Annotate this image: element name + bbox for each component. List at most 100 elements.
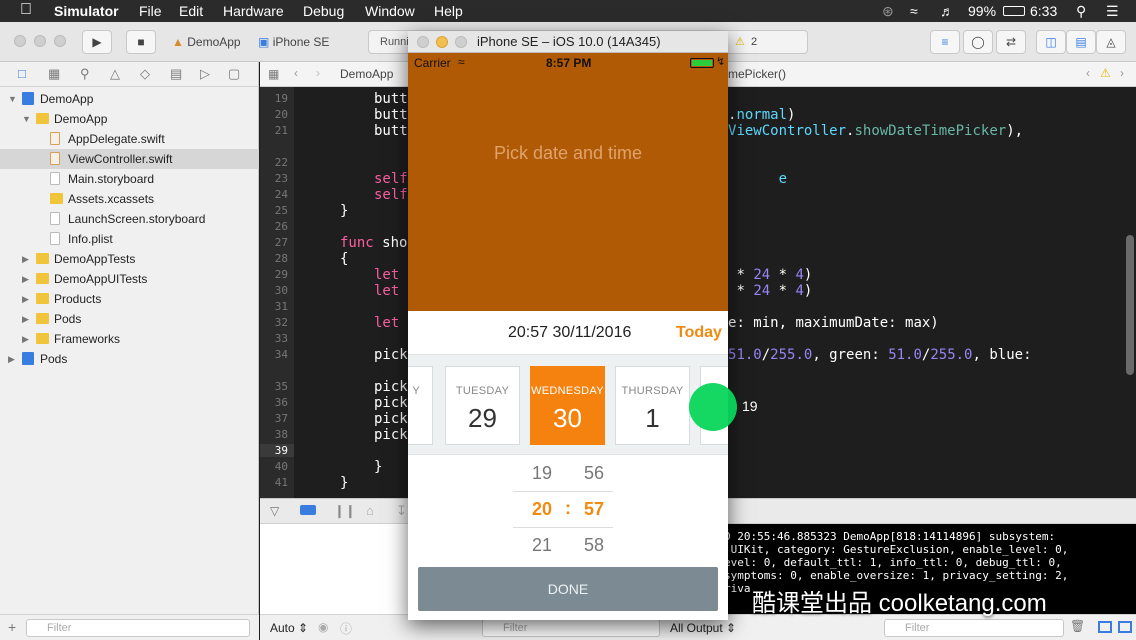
auto-selector[interactable]: Auto ⇕ xyxy=(270,621,308,635)
disclosure-closed-icon[interactable]: ▶ xyxy=(22,329,29,349)
apple-menu-icon[interactable]:  xyxy=(20,1,32,19)
navigator-item[interactable]: AppDelegate.swift xyxy=(0,129,259,149)
navigator-item[interactable]: ▶ Pods xyxy=(0,349,259,369)
menu-hardware[interactable]: Hardware xyxy=(223,3,284,19)
menu-help[interactable]: Help xyxy=(434,3,463,19)
day-selector[interactable]: Y TUESDAY 29 WEDNESDAY 30 THURSDAY 1 xyxy=(408,355,728,455)
disclosure-closed-icon[interactable]: ▶ xyxy=(22,289,29,309)
next-issue-icon[interactable]: › xyxy=(1120,66,1124,80)
window-minimize-button[interactable] xyxy=(34,35,46,47)
sim-close-button[interactable] xyxy=(417,36,429,48)
pause-icon[interactable]: ❙❙ xyxy=(334,503,356,519)
sim-minimize-button[interactable] xyxy=(436,36,448,48)
notification-center-icon[interactable]: ☰ xyxy=(1106,3,1119,20)
time-picker-wheel[interactable]: 19 56 20 : 57 21 58 xyxy=(408,455,728,565)
device-selector[interactable]: ▣ iPhone SE xyxy=(258,30,329,54)
window-close-button[interactable] xyxy=(14,35,26,47)
debug-icon[interactable]: ▤ xyxy=(170,66,182,82)
minute-value[interactable]: 56 xyxy=(574,463,614,484)
menu-file[interactable]: File xyxy=(139,3,162,19)
simulator-titlebar[interactable]: iPhone SE – iOS 10.0 (14A345) xyxy=(408,31,728,53)
line-number-gutter[interactable]: 19 20 21 22 23 24 25 26 27 28 29 30 31 32 33 34 35 36 37 38… xyxy=(260,87,294,498)
breakpoints-toggle-icon[interactable] xyxy=(300,505,316,515)
eye-icon[interactable]: ◉ xyxy=(318,620,328,634)
jump-bar-project[interactable]: DemoApp xyxy=(340,67,393,81)
split-right-icon[interactable] xyxy=(1118,621,1132,633)
trash-icon[interactable]: 🗑 xyxy=(1070,619,1085,633)
jump-warning-icon[interactable]: ⚠ xyxy=(1100,66,1111,80)
volume-icon[interactable]: ♬ xyxy=(940,3,954,19)
minute-selected[interactable]: 57 xyxy=(574,499,614,520)
window-zoom-button[interactable] xyxy=(54,35,66,47)
issue-icon[interactable]: △ xyxy=(110,66,120,82)
disclosure-closed-icon[interactable]: ▶ xyxy=(22,269,29,289)
disclosure-closed-icon[interactable]: ▶ xyxy=(22,309,29,329)
warning-icon[interactable]: ⚠ xyxy=(735,31,745,53)
bluetooth-icon[interactable]: ⊛ xyxy=(882,3,894,20)
version-editor-button[interactable]: ⇄ xyxy=(996,30,1026,54)
navigator-item[interactable]: ▼ DemoApp xyxy=(0,109,259,129)
console-filter-input[interactable]: Filter xyxy=(884,619,1064,637)
done-button[interactable]: DONE xyxy=(418,567,718,611)
navigator-item[interactable]: LaunchScreen.storyboard xyxy=(0,209,259,229)
editor-scrollbar[interactable] xyxy=(1126,235,1134,375)
prev-issue-icon[interactable]: ‹ xyxy=(1086,66,1090,80)
toggle-utilities-button[interactable]: ◬ xyxy=(1096,30,1126,54)
assistant-editor-button[interactable]: ◯ xyxy=(963,30,993,54)
day-card[interactable]: THURSDAY 1 xyxy=(615,366,690,445)
menu-window[interactable]: Window xyxy=(365,3,415,19)
navigator-item[interactable]: ViewController.swift xyxy=(0,149,259,169)
iphone-screen[interactable]: Carrier ≈ 8:57 PM ↯ Pick date and time 2… xyxy=(408,53,728,620)
info-icon[interactable]: ⓘ xyxy=(340,620,352,637)
warning-count[interactable]: 2 xyxy=(751,31,757,53)
variables-filter-input[interactable]: Filter xyxy=(482,619,660,637)
today-button[interactable]: Today xyxy=(676,324,722,342)
navigator-item[interactable]: Assets.xcassets xyxy=(0,189,259,209)
step-over-icon[interactable]: ⌂ xyxy=(366,503,374,518)
split-left-icon[interactable] xyxy=(1098,621,1112,633)
hide-debug-icon[interactable]: ▽ xyxy=(270,504,279,518)
related-items-icon[interactable]: ▦ xyxy=(268,67,279,81)
disclosure-open-icon[interactable]: ▼ xyxy=(8,89,17,109)
search-icon[interactable]: ⚲ xyxy=(80,66,90,82)
minute-value[interactable]: 58 xyxy=(574,535,614,556)
day-card[interactable]: TUESDAY 29 xyxy=(445,366,520,445)
disclosure-open-icon[interactable]: ▼ xyxy=(22,109,31,129)
navigator-item[interactable]: ▼ DemoApp xyxy=(0,89,259,109)
navigator-item[interactable]: ▶ DemoAppTests xyxy=(0,249,259,269)
navigator-item[interactable]: ▶ DemoAppUITests xyxy=(0,269,259,289)
day-card-partial[interactable]: Y xyxy=(408,366,433,445)
hour-value[interactable]: 19 xyxy=(522,463,562,484)
jump-bar-method[interactable]: mePicker() xyxy=(728,67,786,81)
battery-icon[interactable] xyxy=(1003,6,1025,16)
disclosure-closed-icon[interactable]: ▶ xyxy=(22,249,29,269)
navigator-item[interactable]: ▶ Pods xyxy=(0,309,259,329)
menu-edit[interactable]: Edit xyxy=(179,3,203,19)
source-control-icon[interactable]: ▦ xyxy=(48,66,60,82)
report-icon[interactable]: ▢ xyxy=(228,66,240,82)
run-button[interactable]: ▶ xyxy=(82,30,112,54)
test-icon[interactable]: ◇ xyxy=(140,66,150,82)
scheme-selector[interactable]: ▲ DemoApp xyxy=(172,30,241,54)
forward-icon[interactable]: › xyxy=(316,66,320,80)
menu-debug[interactable]: Debug xyxy=(303,3,344,19)
sim-zoom-button[interactable] xyxy=(455,36,467,48)
folder-icon[interactable]: □ xyxy=(18,66,26,81)
back-icon[interactable]: ‹ xyxy=(294,66,298,80)
hour-value[interactable]: 21 xyxy=(522,535,562,556)
navigator-item[interactable]: ▶ Products xyxy=(0,289,259,309)
standard-editor-button[interactable]: ≡ xyxy=(930,30,960,54)
navigator-item[interactable]: ▶ Frameworks xyxy=(0,329,259,349)
navigator-item[interactable]: Main.storyboard xyxy=(0,169,259,189)
navigator-item[interactable]: Info.plist xyxy=(0,229,259,249)
step-in-icon[interactable]: ↧ xyxy=(396,503,407,519)
day-card-selected[interactable]: WEDNESDAY 30 xyxy=(530,366,605,445)
navigator-filter-input[interactable]: Filter xyxy=(26,619,250,637)
wifi-icon[interactable]: ≈ xyxy=(910,3,918,19)
add-icon[interactable]: + xyxy=(8,619,16,635)
toggle-navigator-button[interactable]: ◫ xyxy=(1036,30,1066,54)
stop-button[interactable]: ■ xyxy=(126,30,156,54)
clock[interactable]: 6:33 xyxy=(1030,3,1057,19)
app-menu[interactable]: Simulator xyxy=(54,3,119,19)
toggle-debug-button[interactable]: ▤ xyxy=(1066,30,1096,54)
